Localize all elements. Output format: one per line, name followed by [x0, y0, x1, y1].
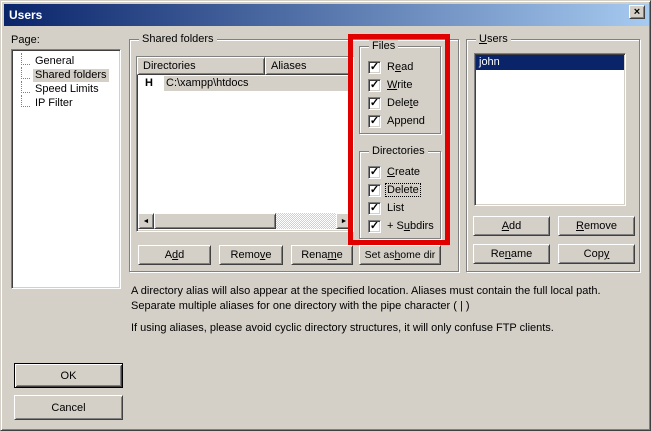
titlebar[interactable]: Users	[4, 4, 649, 26]
files-group-label: Files	[369, 40, 398, 53]
subdirs-checkbox-row: ✓ + Subdirs	[368, 219, 435, 233]
files-delete-checkbox-row: ✓ Delete	[368, 96, 420, 110]
subdirs-checkbox[interactable]: ✓	[368, 220, 381, 233]
window-title: Users	[4, 8, 42, 22]
directories-group: Directories ✓ Create ✓ Delete ✓ List ✓ +…	[359, 151, 441, 239]
scroll-right-icon: ►	[341, 218, 348, 225]
close-button[interactable]: ×	[629, 5, 645, 19]
scroll-left-icon: ◄	[143, 218, 150, 225]
tree-connector-icon	[21, 81, 30, 93]
read-checkbox[interactable]: ✓	[368, 61, 381, 74]
cyclic-note: If using aliases, please avoid cyclic di…	[131, 321, 645, 336]
list-checkbox[interactable]: ✓	[368, 202, 381, 215]
shared-rename-button[interactable]: Rename	[291, 245, 353, 265]
directory-path: C:\xampp\htdocs	[164, 76, 353, 91]
page-list[interactable]: General Shared folders Speed Limits IP F…	[11, 49, 121, 289]
users-dialog: Users × Page: General Shared folders Spe…	[0, 0, 651, 431]
read-checkbox-row: ✓ Read	[368, 60, 414, 74]
files-delete-label: Delete	[386, 97, 420, 109]
page-item-label: General	[33, 55, 76, 68]
users-list[interactable]: john	[474, 53, 626, 206]
close-icon: ×	[634, 7, 640, 17]
dirs-delete-checkbox-row: ✓ Delete	[368, 183, 420, 197]
dirs-delete-checkbox[interactable]: ✓	[368, 184, 381, 197]
tree-connector-icon	[21, 67, 30, 79]
home-dir-marker: H	[137, 77, 164, 89]
shared-remove-button[interactable]: Remove	[219, 245, 283, 265]
scroll-left-button[interactable]: ◄	[138, 213, 154, 229]
shared-add-button[interactable]: Add	[138, 245, 211, 265]
horizontal-scrollbar[interactable]: ◄ ►	[138, 213, 352, 229]
user-remove-button[interactable]: Remove	[558, 216, 635, 236]
user-copy-button[interactable]: Copy	[558, 244, 635, 264]
append-label: Append	[386, 115, 426, 127]
dirs-delete-label: Delete	[386, 184, 420, 196]
append-checkbox-row: ✓ Append	[368, 114, 426, 128]
scroll-right-button[interactable]: ►	[336, 213, 352, 229]
list-checkbox-row: ✓ List	[368, 201, 405, 215]
read-label: Read	[386, 61, 414, 73]
page-item-label: Speed Limits	[33, 83, 101, 96]
directories-group-label: Directories	[369, 145, 428, 158]
cancel-button[interactable]: Cancel	[14, 395, 123, 420]
directory-row[interactable]: H C:\xampp\htdocs	[137, 75, 353, 91]
user-add-button[interactable]: Add	[473, 216, 550, 236]
files-delete-checkbox[interactable]: ✓	[368, 97, 381, 110]
column-header-aliases[interactable]: Aliases	[265, 57, 353, 75]
subdirs-label: + Subdirs	[386, 220, 435, 232]
listview-header: Directories Aliases	[137, 57, 353, 75]
user-rename-button[interactable]: Rename	[473, 244, 550, 264]
create-label: Create	[386, 166, 421, 178]
page-item-ip-filter[interactable]: IP Filter	[14, 96, 118, 110]
page-label: Page:	[11, 34, 40, 46]
scrollbar-thumb[interactable]	[154, 213, 276, 229]
list-label: List	[386, 202, 405, 214]
set-as-home-dir-button[interactable]: Set as home dir	[359, 245, 441, 265]
create-checkbox-row: ✓ Create	[368, 165, 421, 179]
append-checkbox[interactable]: ✓	[368, 115, 381, 128]
user-item-john[interactable]: john	[476, 55, 624, 70]
directories-listview[interactable]: Directories Aliases H C:\xampp\htdocs ◄ …	[136, 56, 354, 232]
column-header-directories[interactable]: Directories	[137, 57, 265, 75]
write-label: Write	[386, 79, 413, 91]
tree-connector-icon	[21, 53, 30, 65]
page-item-label: IP Filter	[33, 97, 75, 110]
ok-button[interactable]: OK	[14, 363, 123, 388]
scrollbar-track[interactable]	[154, 213, 336, 229]
shared-folders-group-label: Shared folders	[139, 33, 217, 46]
files-group: Files ✓ Read ✓ Write ✓ Delete ✓ Append	[359, 46, 441, 134]
write-checkbox[interactable]: ✓	[368, 79, 381, 92]
users-group-label: Users	[476, 33, 511, 46]
write-checkbox-row: ✓ Write	[368, 78, 413, 92]
alias-note: A directory alias will also appear at th…	[131, 284, 645, 314]
tree-connector-icon	[21, 95, 30, 107]
notes-block: A directory alias will also appear at th…	[131, 284, 645, 336]
create-checkbox[interactable]: ✓	[368, 166, 381, 179]
page-item-label: Shared folders	[33, 69, 109, 82]
